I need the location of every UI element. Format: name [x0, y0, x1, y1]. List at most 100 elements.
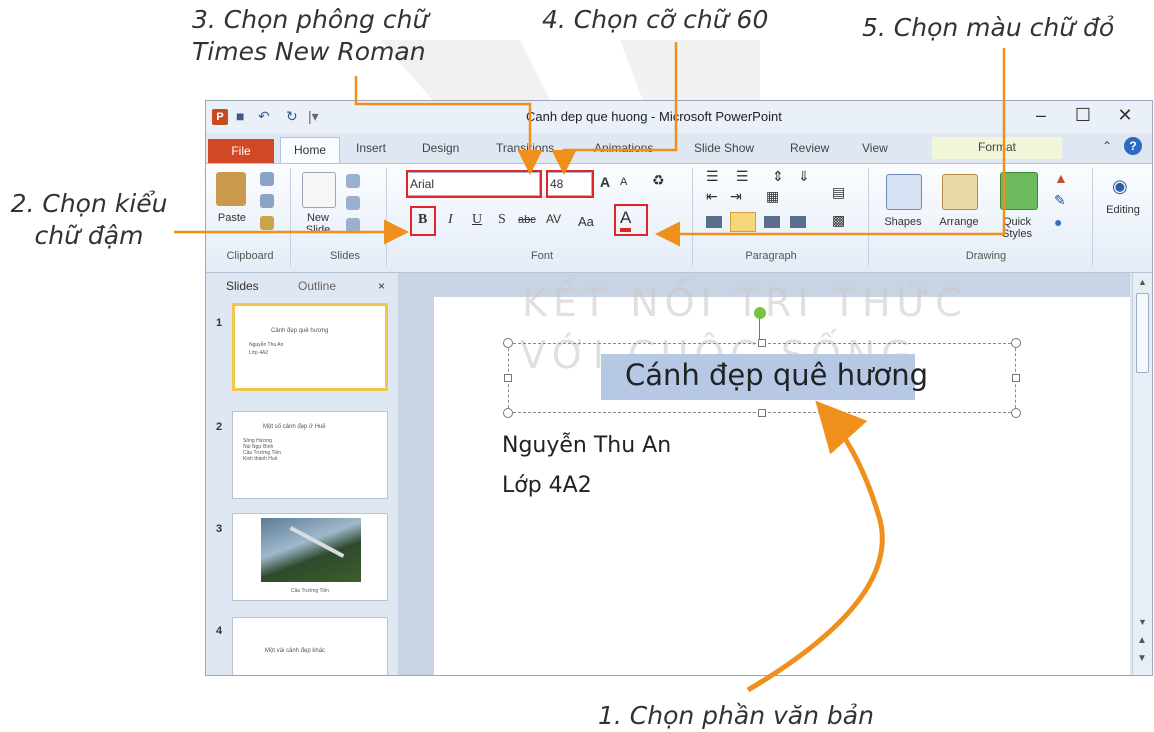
save-icon[interactable]: ■ [236, 108, 244, 124]
text-direction-icon[interactable]: ⇓ [798, 168, 810, 185]
resize-handle[interactable] [758, 339, 766, 347]
layout-icon[interactable] [346, 174, 360, 188]
powerpoint-app-icon[interactable]: P [212, 109, 228, 125]
numbering-icon[interactable]: ☰ [736, 168, 749, 185]
arrange-button[interactable]: Arrange [934, 216, 984, 228]
minimize-button[interactable]: – [1026, 105, 1056, 126]
slide-number: 2 [216, 421, 223, 433]
format-painter-icon[interactable] [260, 216, 274, 230]
new-slide-icon[interactable] [302, 172, 336, 208]
paste-icon[interactable] [216, 172, 246, 206]
previous-slide-icon[interactable]: ▲ [1137, 635, 1147, 646]
next-slide-icon[interactable]: ▼ [1137, 653, 1147, 664]
redo-icon[interactable]: ↻ [286, 108, 298, 125]
resize-handle[interactable] [503, 408, 513, 418]
tab-file[interactable]: File [208, 139, 274, 163]
slide-thumbnail-1[interactable]: Cảnh đẹp quê hương Nguyễn Thu An Lớp 4A2 [232, 303, 388, 391]
copy-icon[interactable] [260, 194, 274, 208]
scroll-thumb[interactable] [1136, 293, 1149, 373]
shadow-button[interactable]: S [498, 212, 506, 228]
underline-button[interactable]: U [472, 212, 482, 228]
slide-body-line1[interactable]: Nguyễn Thu An [502, 433, 671, 458]
increase-indent-icon[interactable]: ⇥ [730, 188, 742, 205]
slide-title[interactable]: Cánh đẹp quê hương [625, 358, 928, 392]
slide-body-line2[interactable]: Lớp 4A2 [502, 473, 592, 498]
character-spacing-button[interactable]: AV [546, 212, 561, 226]
scroll-down-icon[interactable]: ▼ [1138, 617, 1147, 627]
scroll-up-icon[interactable]: ▲ [1138, 277, 1147, 287]
align-center-button[interactable] [730, 212, 756, 232]
clear-formatting-icon[interactable]: ♻ [652, 172, 665, 189]
reset-icon[interactable] [346, 196, 360, 210]
title-placeholder[interactable]: Cánh đẹp quê hương [508, 343, 1016, 413]
annotation-step4: 4. Chọn cỡ chữ 60 [542, 5, 769, 34]
drawing-group-label: Drawing [965, 250, 1007, 262]
align-left-button[interactable] [706, 216, 722, 228]
resize-handle[interactable] [503, 338, 513, 348]
grow-font-button[interactable]: A [600, 174, 610, 190]
close-panel-icon[interactable]: × [378, 279, 385, 293]
justify-button[interactable] [790, 216, 806, 228]
strikethrough-button[interactable]: abc [518, 214, 536, 226]
bullets-icon[interactable]: ☰ [706, 168, 719, 185]
line-spacing-icon[interactable]: ⇕ [772, 168, 784, 185]
slides-group-label: Slides [330, 250, 360, 262]
undo-icon[interactable]: ↶ [258, 108, 270, 125]
smartart-icon[interactable]: ▩ [832, 212, 845, 229]
thumb-title: Một vài cảnh đẹp khác [265, 648, 326, 654]
resize-handle[interactable] [1011, 338, 1021, 348]
tab-outline[interactable]: Outline [298, 279, 336, 293]
resize-handle[interactable] [1011, 408, 1021, 418]
close-button[interactable]: ✕ [1110, 105, 1140, 126]
resize-handle[interactable] [1012, 374, 1020, 382]
change-case-button[interactable]: Aa [578, 214, 594, 229]
shape-outline-icon[interactable]: ✎ [1054, 192, 1066, 209]
cut-icon[interactable] [260, 172, 274, 186]
paste-button[interactable]: Paste [212, 212, 252, 224]
maximize-button[interactable]: ☐ [1068, 105, 1098, 126]
resize-handle[interactable] [504, 374, 512, 382]
shape-fill-icon[interactable]: ▲ [1054, 170, 1068, 186]
decrease-indent-icon[interactable]: ⇤ [706, 188, 718, 205]
shape-effects-icon[interactable]: ● [1054, 214, 1062, 230]
thumb-line: Kinh thành Huế [243, 456, 278, 462]
columns-icon[interactable]: ▦ [766, 188, 779, 205]
tab-review[interactable]: Review [790, 141, 829, 155]
help-icon[interactable]: ? [1124, 137, 1142, 155]
tab-insert[interactable]: Insert [356, 141, 386, 155]
customize-toolbar-icon[interactable]: |▾ [308, 108, 319, 125]
quick-styles-icon[interactable] [1000, 172, 1038, 210]
vertical-scrollbar[interactable]: ▲ ▼ ▲ ▼ [1132, 273, 1152, 675]
tab-view[interactable]: View [862, 141, 888, 155]
paragraph-group-label: Paragraph [745, 250, 797, 262]
tab-design[interactable]: Design [422, 141, 459, 155]
quick-styles-button[interactable]: Quick Styles [992, 216, 1042, 240]
align-right-button[interactable] [764, 216, 780, 228]
tab-slide-show[interactable]: Slide Show [694, 141, 754, 155]
slide-thumbnail-4[interactable]: Một vài cảnh đẹp khác [232, 617, 388, 675]
arrange-icon[interactable] [942, 174, 978, 210]
editing-button[interactable]: Editing [1098, 204, 1148, 216]
tab-slides[interactable]: Slides [226, 279, 259, 293]
binoculars-icon[interactable]: ◉ [1112, 176, 1128, 197]
tab-home[interactable]: Home [280, 137, 340, 164]
tab-format[interactable]: Format [932, 137, 1062, 159]
new-slide-button[interactable]: New Slide [298, 212, 338, 236]
slide-thumbnail-3[interactable]: Cầu Trường Tiền [232, 513, 388, 601]
bridge-photo [261, 518, 361, 582]
tab-transitions[interactable]: Transitions [496, 141, 554, 155]
italic-button[interactable]: I [448, 212, 453, 228]
resize-handle[interactable] [758, 409, 766, 417]
rotate-handle[interactable] [754, 307, 766, 319]
align-text-icon[interactable]: ▤ [832, 184, 845, 201]
slide-thumbnail-2[interactable]: Một số cảnh đẹp ở Huế Sông Hương Núi Ngự… [232, 411, 388, 499]
tab-animations[interactable]: Animations [594, 141, 653, 155]
thumb-title: Một số cảnh đẹp ở Huế [263, 424, 326, 430]
annotation-step2: 2. Chọn kiểu chữ đậm [10, 189, 168, 250]
section-icon[interactable] [346, 218, 360, 232]
slide-canvas[interactable]: KẾT NỐI TRI THỨC VỚI CUỘC SỐNG Cánh đẹp … [434, 281, 1130, 675]
shapes-button[interactable]: Shapes [878, 216, 928, 228]
shapes-icon[interactable] [886, 174, 922, 210]
ribbon-minimize-icon[interactable]: ⌃ [1102, 139, 1112, 153]
shrink-font-button[interactable]: A [620, 176, 627, 188]
